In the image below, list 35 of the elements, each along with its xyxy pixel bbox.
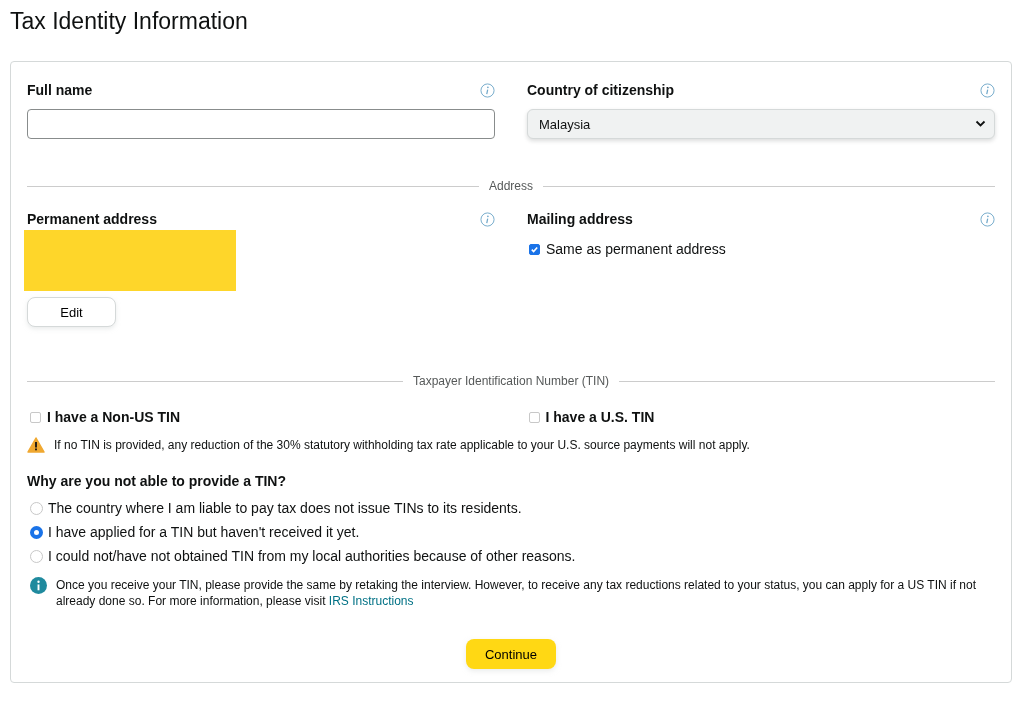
checkbox[interactable] — [529, 243, 540, 255]
continue-button[interactable]: Continue — [466, 639, 556, 669]
irs-instructions-link[interactable]: IRS Instructions — [328, 594, 414, 608]
info-icon — [30, 577, 47, 594]
divider-label: Taxpayer Identification Number (TIN) — [412, 374, 610, 388]
info-icon[interactable] — [980, 82, 995, 98]
section-label: Mailing address — [527, 211, 633, 227]
field-label: Full name — [27, 82, 93, 98]
info-icon[interactable] — [480, 211, 495, 227]
radio-label: The country where I am liable to pay tax does not issue TINs to its residents. — [48, 500, 522, 516]
radio-button[interactable] — [30, 525, 43, 539]
radio-label: I have applied for a TIN but haven't received it yet. — [48, 524, 360, 540]
info-icon[interactable] — [480, 82, 495, 98]
question-text: Why are you not able to provide a TIN? — [27, 473, 288, 489]
divider-label: Address — [489, 179, 533, 193]
info-icon[interactable] — [980, 211, 995, 227]
radio-button[interactable] — [30, 549, 43, 563]
checkbox[interactable] — [528, 411, 540, 423]
country-dropdown[interactable]: Malaysia — [527, 109, 995, 139]
page-title: Tax Identity Information — [10, 7, 249, 36]
warning-icon — [27, 437, 45, 453]
info-message: Once you receive your TIN, please provide the same by retaking the interview. However, to receive any tax reductions related to your status, you can apply for a US TIN if not already done so. For more information, please visit IRS Instructions — [56, 577, 978, 609]
checkbox-label: I have a U.S. TIN — [545, 409, 655, 425]
section-label: Permanent address — [27, 211, 157, 227]
warning-message: If no TIN is provided, any reduction of the 30% statutory withholding tax rate applicable to your U.S. source payments will not apply. — [54, 437, 750, 453]
full-name-field[interactable] — [27, 109, 495, 139]
radio-button[interactable] — [30, 501, 43, 515]
checkbox[interactable] — [30, 411, 41, 423]
checkbox-label: Same as permanent address — [546, 241, 726, 257]
chevron-down-icon — [975, 120, 986, 128]
edit-button[interactable]: Edit — [27, 297, 116, 327]
checkbox-label: I have a Non-US TIN — [47, 409, 181, 425]
dropdown-value: Malaysia — [539, 116, 591, 132]
radio-label: I could not/have not obtained TIN from my local authorities because of other reasons. — [48, 548, 576, 564]
field-label: Country of citizenship — [527, 82, 674, 98]
